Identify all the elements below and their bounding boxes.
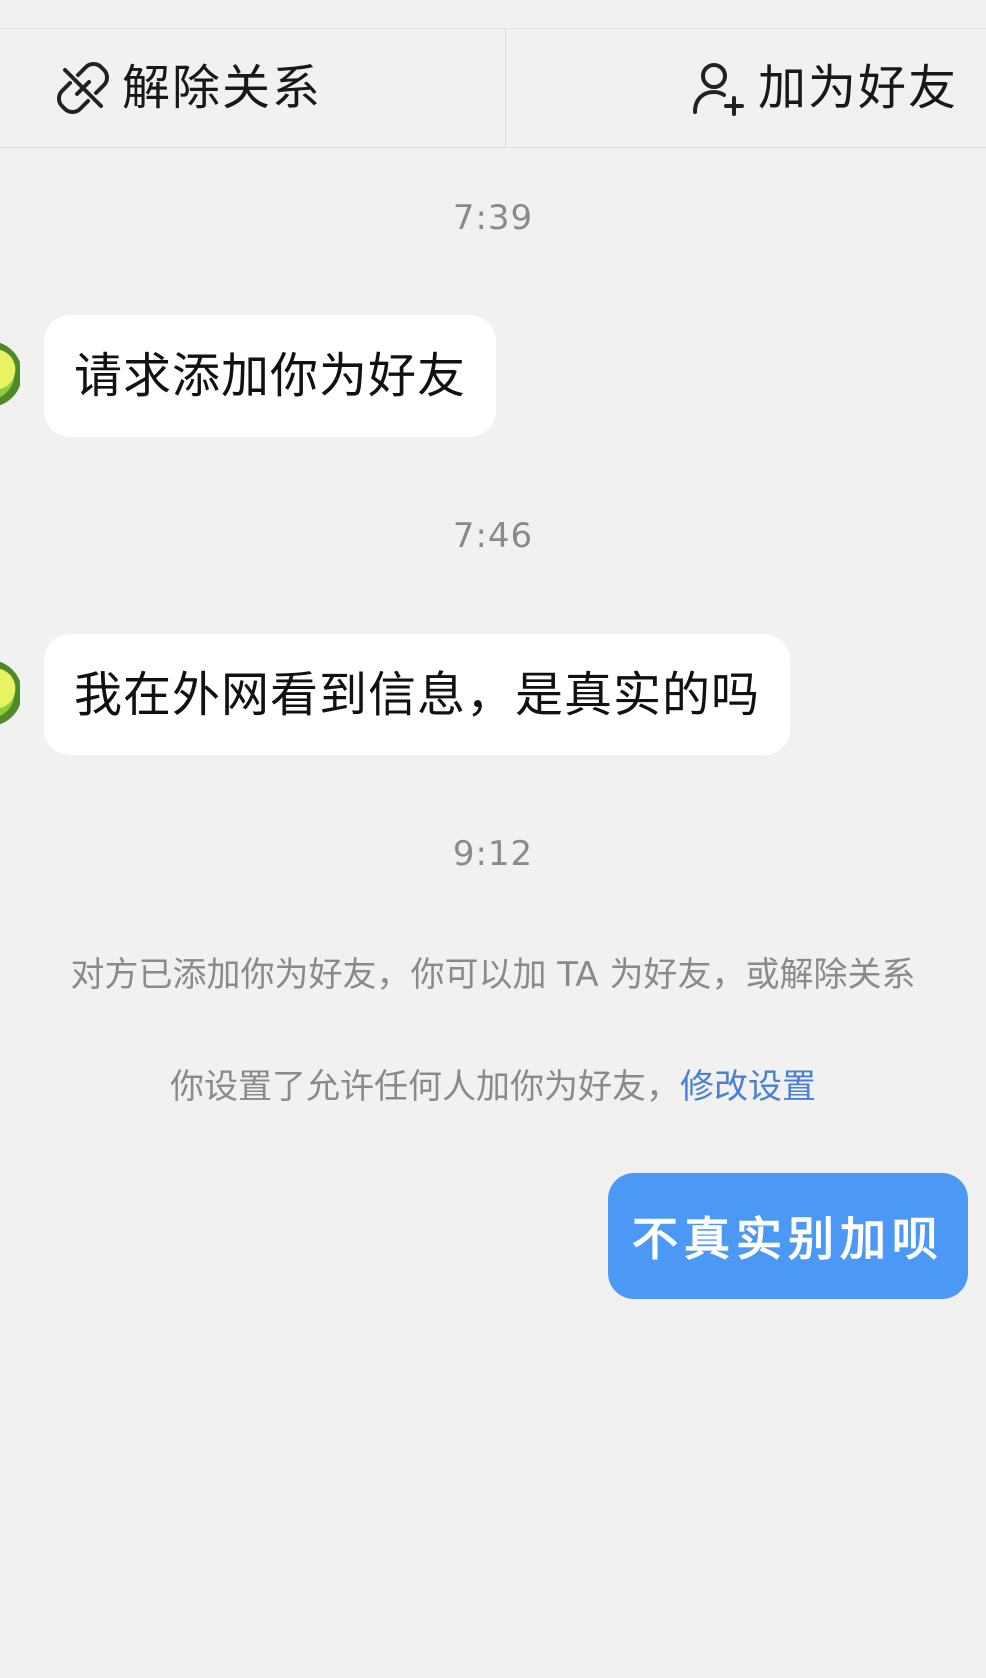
add-friend-button[interactable]: 加为好友 bbox=[690, 29, 958, 147]
message-bubble-outgoing[interactable]: 不真实别加呗 bbox=[608, 1173, 968, 1299]
remove-relation-button[interactable]: 解除关系 bbox=[56, 29, 322, 147]
avatar[interactable] bbox=[0, 648, 20, 738]
message-bubble-incoming[interactable]: 请求添加你为好友 bbox=[44, 315, 497, 437]
add-friend-label: 加为好友 bbox=[757, 60, 958, 116]
remove-relation-label: 解除关系 bbox=[122, 60, 323, 116]
relationship-action-bar: 解除关系 加为好友 bbox=[0, 28, 986, 148]
timestamp: 7:39 bbox=[452, 198, 534, 238]
message-text: 不真实别加呗 bbox=[632, 1212, 944, 1266]
message-bubble-incoming[interactable]: 我在外网看到信息，是真实的吗 bbox=[44, 634, 791, 755]
chat-screen: 解除关系 加为好友 7:39 请求添加你为好友 7:46 我在外网看到信息，是真… bbox=[0, 0, 986, 1678]
settings-notice-text: 你设置了允许任何人加你为好友， bbox=[170, 1067, 680, 1107]
add-user-icon bbox=[690, 60, 746, 116]
timestamp: 7:46 bbox=[452, 516, 534, 556]
message-text: 我在外网看到信息，是真实的吗 bbox=[74, 666, 761, 723]
friend-status-notice: 对方已添加你为好友，你可以加 TA 为好友，或解除关系 bbox=[70, 955, 916, 995]
avatar[interactable] bbox=[0, 329, 20, 419]
settings-notice: 你设置了允许任何人加你为好友，修改设置 bbox=[0, 1070, 986, 1104]
message-text: 请求添加你为好友 bbox=[74, 348, 467, 404]
top-bar-divider bbox=[505, 29, 506, 147]
timestamp: 9:12 bbox=[452, 834, 534, 874]
modify-settings-link[interactable]: 修改设置 bbox=[680, 1067, 816, 1107]
unlink-icon bbox=[56, 61, 110, 115]
